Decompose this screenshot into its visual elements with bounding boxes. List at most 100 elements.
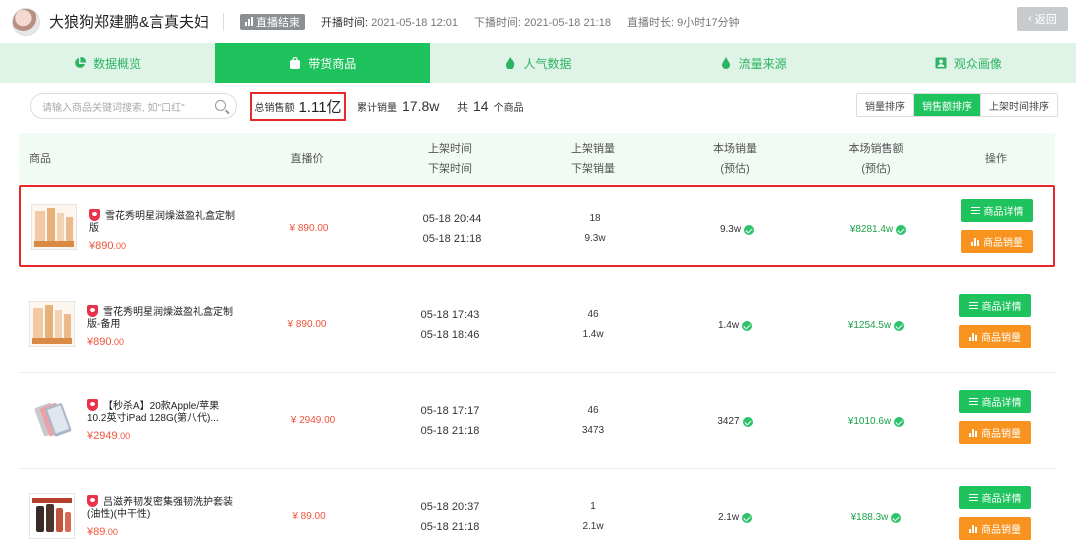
signal-bars-icon bbox=[245, 17, 254, 26]
product-title[interactable]: 雪花秀明星润燥滋盈礼盒定制版-备用 bbox=[87, 305, 237, 331]
product-thumbnail bbox=[29, 397, 75, 443]
col-listing-sales: 上架销量 下架销量 bbox=[571, 142, 615, 175]
live-status-text: 直播结束 bbox=[256, 16, 301, 29]
shopping-bag-icon bbox=[290, 57, 301, 69]
pie-chart-icon bbox=[75, 57, 87, 68]
header-divider bbox=[223, 12, 225, 31]
chevron-left-icon: ‹ bbox=[1028, 13, 1032, 25]
sort-options: 销量排序 销售额排序 上架时间排序 bbox=[856, 93, 1058, 117]
live-header: 大狼狗郑建鹏&言真夫妇 直播结束 开播时间: 2021-05-18 12:01 … bbox=[0, 0, 1076, 43]
verified-check-icon bbox=[891, 513, 902, 523]
shield-icon bbox=[89, 209, 100, 221]
product-sales-button[interactable]: 商品销量 bbox=[959, 517, 1031, 540]
anchor-name: 大狼狗郑建鹏&言真夫妇 bbox=[49, 14, 210, 31]
main-tabs: 数据概览 带货商品 人气数据 流量来源 观众画像 bbox=[0, 43, 1076, 83]
col-session-amount: 本场销售额 (预估) bbox=[848, 142, 904, 175]
tab-products[interactable]: 带货商品 bbox=[215, 43, 431, 83]
search-placeholder: 请输入商品关键词搜索, 如"口红" bbox=[42, 102, 185, 114]
live-price: ¥ 890.00 bbox=[287, 319, 327, 330]
verified-check-icon bbox=[896, 225, 907, 235]
session-amount: ¥1254.5w bbox=[831, 315, 921, 336]
sort-by-listing-time[interactable]: 上架时间排序 bbox=[980, 94, 1057, 116]
listing-times: 05-18 20:37 05-18 21:18 bbox=[420, 501, 480, 533]
droplet-icon bbox=[721, 57, 730, 69]
tab-overview[interactable]: 数据概览 bbox=[0, 43, 215, 83]
listing-sales: 46 3473 bbox=[581, 405, 605, 436]
session-sales: 1.4w bbox=[694, 315, 776, 336]
col-action: 操作 bbox=[985, 152, 1007, 165]
listing-sales: 18 9.3w bbox=[584, 213, 606, 244]
profile-card-icon bbox=[935, 57, 947, 69]
bar-chart-icon bbox=[969, 524, 977, 533]
listing-sales: 46 1.4w bbox=[582, 309, 604, 340]
session-amount: ¥188.3w bbox=[831, 507, 921, 528]
verified-check-icon bbox=[744, 225, 755, 235]
search-input[interactable]: 请输入商品关键词搜索, 如"口红" bbox=[30, 93, 237, 119]
product-sales-button[interactable]: 商品销量 bbox=[961, 230, 1033, 253]
list-icon bbox=[968, 398, 978, 405]
col-product: 商品 bbox=[29, 152, 51, 165]
table-header: 商品 直播价 上架时间 下架时间 上架销量 下架销量 本场销量 (预估) 本场销售额(… bbox=[19, 133, 1055, 184]
product-thumbnail bbox=[31, 204, 77, 250]
col-live-price: 直播价 bbox=[290, 152, 324, 165]
product-detail-button[interactable]: 商品详情 bbox=[959, 294, 1031, 317]
live-price: ¥ 2949.00 bbox=[290, 415, 336, 426]
back-button[interactable]: ‹ 返回 bbox=[1017, 7, 1068, 31]
product-thumbnail bbox=[29, 301, 75, 347]
verified-check-icon bbox=[894, 417, 905, 427]
table-row: 【秒杀A】20款Apple/苹果 10.2英寸iPad 128G(第八代)...… bbox=[19, 373, 1055, 469]
session-amount: ¥8281.4w bbox=[833, 219, 923, 240]
verified-check-icon bbox=[742, 513, 753, 523]
product-price: ¥2949.00 bbox=[87, 430, 131, 442]
product-price: ¥890.00 bbox=[89, 240, 126, 252]
filter-bar: 请输入商品关键词搜索, 如"口红" 总销售额 1.11亿 累计销量 17.8w … bbox=[0, 83, 1076, 133]
tab-popularity[interactable]: 人气数据 bbox=[430, 43, 645, 83]
shield-icon bbox=[87, 399, 98, 411]
col-session-sales: 本场销量 (预估) bbox=[713, 142, 757, 175]
live-price: ¥ 890.00 bbox=[289, 223, 329, 234]
cumulative-sales: 累计销量 17.8w bbox=[357, 98, 440, 114]
col-listing-time: 上架时间 下架时间 bbox=[428, 142, 472, 175]
product-price: ¥890.00 bbox=[87, 336, 124, 348]
tab-traffic-source[interactable]: 流量来源 bbox=[646, 43, 861, 83]
product-title[interactable]: 吕滋养韧发密集强韧洗护套装(油性)(中干性) bbox=[87, 495, 237, 521]
verified-check-icon bbox=[742, 321, 753, 331]
product-thumbnail bbox=[29, 493, 75, 539]
list-icon bbox=[968, 302, 978, 309]
product-price: ¥89.00 bbox=[87, 526, 118, 538]
anchor-avatar bbox=[12, 7, 40, 36]
table-row: 雪花秀明星润燥滋盈礼盒定制版 ¥890.00 ¥ 890.00 05-18 20… bbox=[19, 185, 1055, 267]
live-duration: 直播时长: 9小时17分钟 bbox=[626, 16, 740, 29]
listing-times: 05-18 20:44 05-18 21:18 bbox=[422, 213, 482, 245]
session-sales: 2.1w bbox=[694, 507, 776, 528]
tab-audience[interactable]: 观众画像 bbox=[861, 43, 1076, 83]
product-sales-button[interactable]: 商品销量 bbox=[959, 421, 1031, 444]
listing-times: 05-18 17:43 05-18 18:46 bbox=[420, 309, 480, 341]
product-detail-button[interactable]: 商品详情 bbox=[959, 486, 1031, 509]
live-price: ¥ 89.00 bbox=[292, 511, 326, 522]
product-sales-button[interactable]: 商品销量 bbox=[959, 325, 1031, 348]
verified-check-icon bbox=[894, 321, 905, 331]
sort-by-volume[interactable]: 销量排序 bbox=[857, 94, 913, 116]
product-info: 雪花秀明星润燥滋盈礼盒定制版-备用 ¥890.00 bbox=[87, 305, 237, 348]
total-sales-summary: 总销售额 1.11亿 bbox=[250, 92, 346, 121]
product-info: 【秒杀A】20款Apple/苹果 10.2英寸iPad 128G(第八代)...… bbox=[87, 399, 237, 442]
list-icon bbox=[970, 207, 980, 214]
shield-icon bbox=[87, 305, 98, 317]
table-row: 吕滋养韧发密集强韧洗护套装(油性)(中干性) ¥89.00 ¥ 89.00 05… bbox=[19, 469, 1055, 557]
session-sales: 9.3w bbox=[696, 219, 778, 240]
sort-by-revenue[interactable]: 销售额排序 bbox=[913, 94, 980, 116]
end-time: 下播时间: 2021-05-18 21:18 bbox=[474, 16, 611, 29]
product-title[interactable]: 【秒杀A】20款Apple/苹果 10.2英寸iPad 128G(第八代)... bbox=[87, 399, 237, 425]
listing-sales: 1 2.1w bbox=[582, 501, 604, 532]
product-detail-button[interactable]: 商品详情 bbox=[959, 390, 1031, 413]
live-status-badge: 直播结束 bbox=[240, 13, 306, 30]
product-count: 共 14 个商品 bbox=[457, 98, 524, 114]
product-detail-button[interactable]: 商品详情 bbox=[961, 199, 1033, 222]
search-icon[interactable] bbox=[215, 100, 226, 111]
product-info: 雪花秀明星润燥滋盈礼盒定制版 ¥890.00 bbox=[89, 209, 239, 252]
product-info: 吕滋养韧发密集强韧洗护套装(油性)(中干性) ¥89.00 bbox=[87, 495, 237, 538]
listing-times: 05-18 17:17 05-18 21:18 bbox=[420, 405, 480, 437]
product-title[interactable]: 雪花秀明星润燥滋盈礼盒定制版 bbox=[89, 209, 239, 235]
table-row: 雪花秀明星润燥滋盈礼盒定制版-备用 ¥890.00 ¥ 890.00 05-18… bbox=[19, 277, 1055, 373]
